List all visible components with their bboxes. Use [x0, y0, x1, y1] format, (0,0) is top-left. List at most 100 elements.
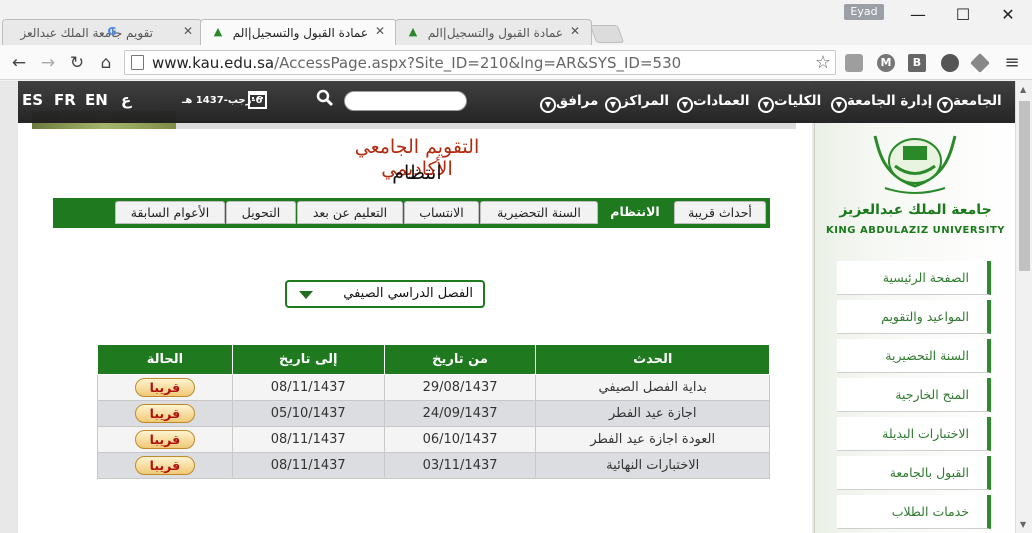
- table-row: بداية الفصل الصيفي 29/08/1437 08/11/1437…: [97, 374, 770, 401]
- sidebar-item-home[interactable]: الصفحة الرئيسية: [837, 261, 991, 295]
- bookmark-star-icon[interactable]: ☆: [815, 52, 831, 73]
- tab-distance-learning[interactable]: التعليم عن بعد: [297, 201, 403, 224]
- browser-toolbar: ← → ↻ ⌂ www.kau.edu.sa/AccessPage.aspx?S…: [0, 45, 1032, 80]
- chevron-down-icon: ▼: [758, 97, 774, 113]
- term-dropdown-value: الفصل الدراسي الصيفي: [343, 286, 473, 301]
- new-tab-button[interactable]: [589, 25, 625, 43]
- tab-title: عمادة القبول والتسجيل|الم: [427, 26, 563, 40]
- close-icon[interactable]: ✕: [570, 24, 580, 38]
- university-name-en: KING ABDULAZIZ UNIVERSITY: [825, 225, 1006, 236]
- sidebar-item-admission[interactable]: القبول بالجامعة: [837, 456, 991, 490]
- google-icon: G: [107, 25, 117, 38]
- from-date: 06/10/1437: [383, 426, 537, 453]
- lang-en[interactable]: EN: [85, 91, 108, 109]
- browser-tab-calendar[interactable]: تقويم جامعة الملك عبدالعز G ✕: [2, 19, 202, 46]
- calendar-tabs: أحداث قريبة الانتظام السنة التحضيرية الا…: [53, 198, 770, 228]
- scroll-thumb[interactable]: [1019, 101, 1030, 271]
- chevron-down-icon: ▼: [540, 97, 556, 113]
- minimize-icon[interactable]: —: [903, 4, 933, 26]
- tab-prep-year[interactable]: السنة التحضيرية: [480, 201, 598, 224]
- col-event: الحدث: [535, 344, 770, 375]
- globe-extension-icon[interactable]: [941, 54, 959, 72]
- chevron-down-icon: ▼: [677, 97, 693, 113]
- maximize-icon[interactable]: ☐: [948, 4, 978, 26]
- to-date: 08/11/1437: [231, 426, 385, 453]
- scroll-up-icon[interactable]: ▲: [1020, 85, 1026, 94]
- to-date: 05/10/1437: [231, 400, 385, 427]
- url-text: www.kau.edu.sa/AccessPage.aspx?Site_ID=2…: [152, 54, 682, 72]
- profile-chip[interactable]: Eyad: [844, 4, 884, 20]
- nav-colleges[interactable]: الكليات▼: [754, 93, 821, 113]
- forward-arrow-icon[interactable]: →: [37, 52, 59, 74]
- table-header-row: الحدث من تاريخ إلى تاريخ الحالة: [97, 344, 770, 375]
- page-icon: [131, 55, 144, 70]
- nav-facilities[interactable]: مرافق▼: [536, 93, 598, 113]
- to-date: 08/11/1437: [231, 374, 385, 401]
- from-date: 29/08/1437: [383, 374, 537, 401]
- table-row: اجازة عيد الفطر 24/09/1437 05/10/1437 قر…: [97, 400, 770, 427]
- events-table: الحدث من تاريخ إلى تاريخ الحالة بداية ال…: [97, 344, 770, 479]
- tab-affiliation[interactable]: الانتساب: [404, 201, 479, 224]
- close-icon[interactable]: ✕: [375, 24, 385, 38]
- col-status: الحالة: [97, 344, 233, 375]
- status-badge: قريبا: [134, 378, 195, 397]
- nav-university-admin[interactable]: إدارة الجامعة▼: [827, 93, 932, 113]
- window-close-icon[interactable]: ✕: [993, 4, 1023, 26]
- tab-previous-years[interactable]: الأعوام السابقة: [115, 201, 225, 224]
- lang-fr[interactable]: FR: [54, 91, 76, 109]
- lang-ar[interactable]: ع: [121, 91, 131, 109]
- shield-extension-icon[interactable]: [845, 54, 863, 72]
- m-extension-icon[interactable]: M: [877, 54, 895, 72]
- sidebar-item-calendar[interactable]: المواعيد والتقويم: [837, 300, 991, 334]
- nav-university[interactable]: الجامعة▼: [933, 93, 1002, 113]
- nav-centers[interactable]: المراكز▼: [601, 93, 669, 113]
- home-icon[interactable]: ⌂: [95, 52, 117, 74]
- drive-extension-icon[interactable]: [970, 53, 990, 73]
- status-badge: قريبا: [134, 456, 195, 475]
- event-name: العودة اجازة عيد الفطر: [535, 426, 770, 453]
- event-name: بداية الفصل الصيفي: [535, 374, 770, 401]
- tab-regular[interactable]: الانتظام: [598, 201, 672, 224]
- tab-upcoming-events[interactable]: أحداث قريبة: [674, 201, 766, 224]
- nav-deanships[interactable]: العمادات▼: [673, 93, 750, 113]
- page-scrollbar[interactable]: ▲ ▼: [1015, 81, 1032, 533]
- browser-tab-admissions[interactable]: عمادة القبول والتسجيل|الم ▲ ✕: [395, 19, 592, 46]
- tab-transfer[interactable]: التحويل: [226, 201, 296, 224]
- chevron-down-icon: ▼: [831, 97, 847, 113]
- sidebar: جامعة الملك عبدالعزيز KING ABDULAZIZ UNI…: [814, 81, 1015, 533]
- scroll-down-icon[interactable]: ▼: [1020, 520, 1026, 529]
- browser-tab-admissions-active[interactable]: عمادة القبول والتسجيل|الم ▲ ✕: [200, 19, 397, 46]
- term-dropdown[interactable]: الفصل الدراسي الصيفي: [285, 280, 485, 308]
- event-name: اجازة عيد الفطر: [535, 400, 770, 427]
- sidebar-item-alt-exams[interactable]: الاختبارات البديلة: [837, 417, 991, 451]
- page-subtitle: انتظام: [392, 162, 442, 184]
- sidebar-item-prep-year[interactable]: السنة التحضيرية: [837, 339, 991, 373]
- kau-favicon-icon: ▲: [408, 25, 418, 38]
- kau-favicon-icon: ▲: [213, 25, 223, 38]
- col-to-date: إلى تاريخ: [231, 344, 385, 375]
- status-badge: قريبا: [134, 430, 195, 449]
- reload-icon[interactable]: ↻: [66, 52, 88, 74]
- b-extension-icon[interactable]: B: [908, 54, 926, 72]
- tab-title: عمادة القبول والتسجيل|الم: [232, 26, 368, 40]
- site-top-nav: ES FR EN ع 6-رجب-1437 هـ مرافق▼ المراكز▼…: [18, 81, 1015, 123]
- close-icon[interactable]: ✕: [183, 24, 193, 38]
- from-date: 03/11/1437: [383, 452, 537, 479]
- browser-menu-icon[interactable]: ≡: [1004, 53, 1020, 73]
- calendar-icon[interactable]: [248, 91, 267, 109]
- dropdown-arrow-icon: [299, 291, 313, 299]
- sidebar-item-student-services[interactable]: خدمات الطلاب: [837, 495, 991, 529]
- table-row: الاختبارات النهائية 03/11/1437 08/11/143…: [97, 452, 770, 479]
- site-search-input[interactable]: [344, 91, 467, 111]
- lang-es[interactable]: ES: [22, 91, 43, 109]
- search-icon[interactable]: [316, 89, 334, 107]
- to-date: 08/11/1437: [231, 452, 385, 479]
- browser-tab-strip: تقويم جامعة الملك عبدالعز G ✕ عمادة القب…: [0, 0, 1032, 46]
- back-arrow-icon[interactable]: ←: [8, 52, 30, 74]
- kau-logo[interactable]: [855, 126, 975, 201]
- chevron-down-icon: ▼: [937, 97, 953, 113]
- address-bar[interactable]: www.kau.edu.sa/AccessPage.aspx?Site_ID=2…: [124, 50, 836, 75]
- from-date: 24/09/1437: [383, 400, 537, 427]
- event-name: الاختبارات النهائية: [535, 452, 770, 479]
- sidebar-item-scholarships[interactable]: المنح الخارجية: [837, 378, 991, 412]
